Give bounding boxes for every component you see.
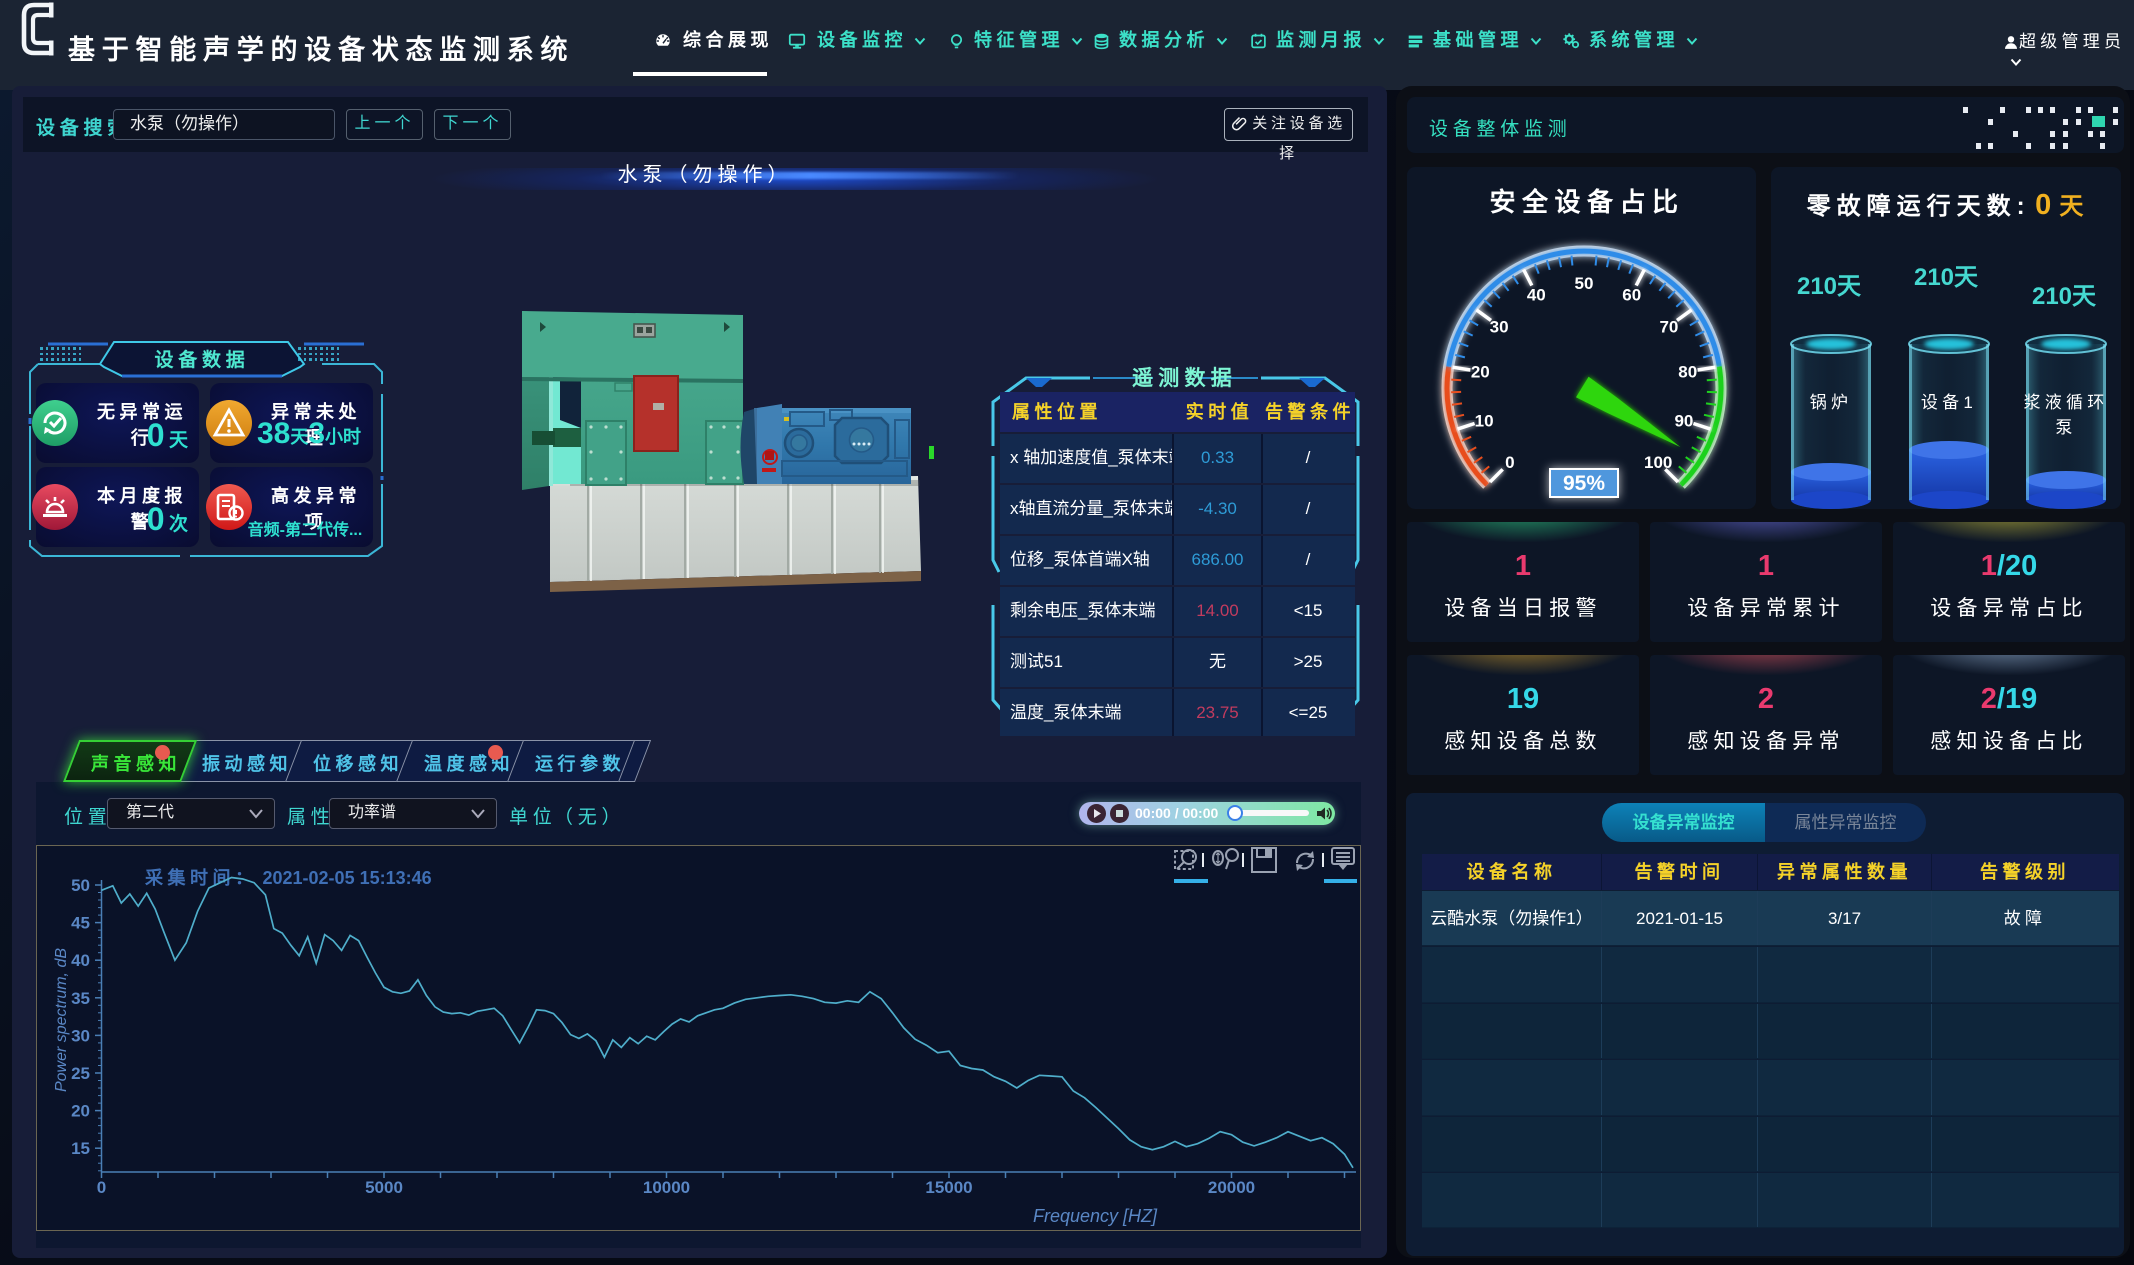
svg-text:15000: 15000 (925, 1178, 972, 1197)
svg-text:45: 45 (71, 914, 90, 933)
svg-text:0: 0 (1505, 453, 1514, 472)
svg-text:25: 25 (71, 1064, 90, 1083)
svg-text:20: 20 (71, 1102, 90, 1121)
svg-text:35: 35 (71, 989, 90, 1008)
svg-text:10000: 10000 (643, 1178, 690, 1197)
svg-text:70: 70 (1659, 317, 1678, 336)
svg-text:20: 20 (1471, 363, 1490, 382)
svg-text:80: 80 (1678, 363, 1697, 382)
svg-text:5000: 5000 (365, 1178, 403, 1197)
svg-text:40: 40 (71, 951, 90, 970)
svg-text:20000: 20000 (1208, 1178, 1255, 1197)
svg-text:Power spectrum, dB: Power spectrum, dB (53, 948, 70, 1092)
svg-text:100: 100 (1644, 453, 1672, 472)
svg-text:30: 30 (71, 1026, 90, 1045)
svg-text:30: 30 (1490, 317, 1509, 336)
svg-text:15: 15 (71, 1139, 90, 1158)
svg-text:60: 60 (1622, 285, 1641, 304)
svg-text:50: 50 (71, 876, 90, 895)
svg-text:0: 0 (97, 1178, 106, 1197)
svg-text:Frequency [HZ]: Frequency [HZ] (1033, 1206, 1158, 1226)
svg-text:10: 10 (1475, 411, 1494, 430)
svg-text:40: 40 (1527, 285, 1546, 304)
svg-text:50: 50 (1575, 274, 1594, 293)
svg-text:90: 90 (1674, 411, 1693, 430)
